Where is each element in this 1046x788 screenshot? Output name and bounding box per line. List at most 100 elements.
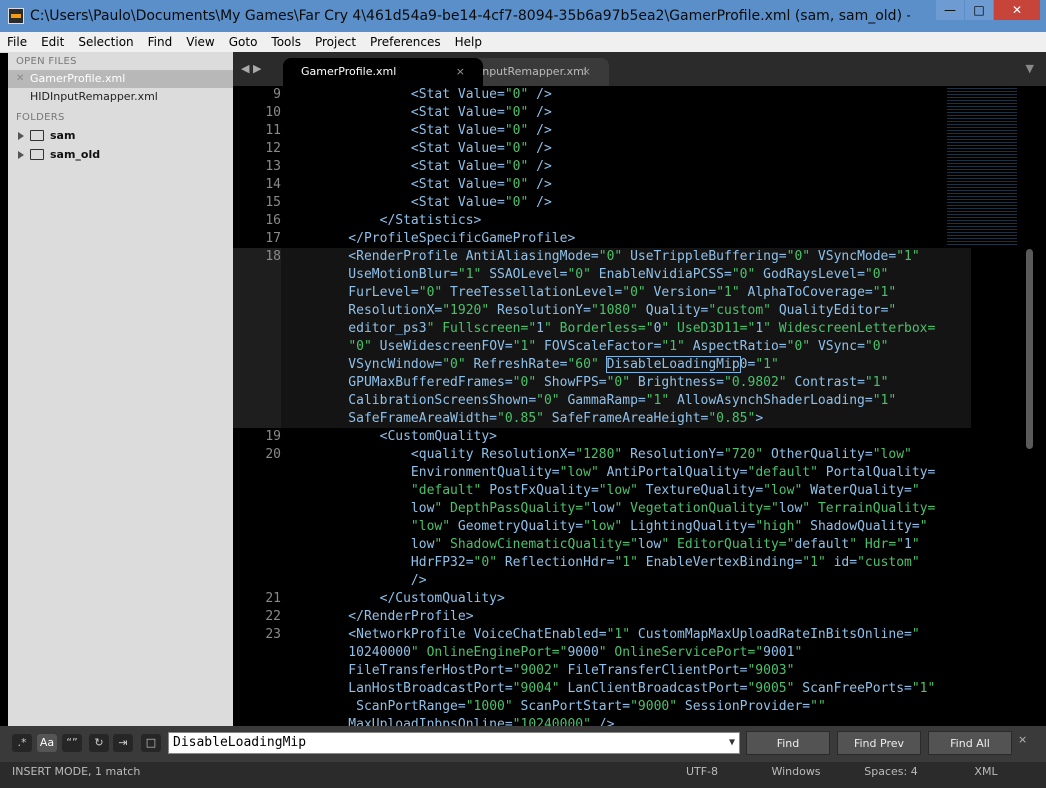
expand-arrow-icon[interactable] — [18, 131, 24, 140]
code-line: GPUMaxBufferedFrames="0" ShowFPS="0" Bri… — [317, 375, 889, 390]
code-line: FurLevel="0" TreeTessellationLevel="0" V… — [317, 285, 897, 300]
sidebar-file-hidinputremapper[interactable]: HIDInputRemapper.xml — [8, 88, 233, 106]
sidebar-file-label: GamerProfile.xml — [30, 72, 126, 85]
find-input[interactable]: DisableLoadingMip ▼ — [168, 732, 740, 754]
regex-toggle[interactable]: .* — [12, 734, 32, 752]
code-line: "low" GeometryQuality="low" LightingQual… — [410, 519, 928, 534]
code-line: SafeFrameAreaWidth="0.85" SafeFrameAreaH… — [317, 411, 764, 426]
code-line: MaxUploadInbpsOnline="10240000" /> — [317, 717, 615, 726]
tab-close-icon[interactable]: × — [456, 58, 465, 86]
close-find-icon[interactable]: × — [1018, 733, 1027, 746]
highlight-matches-toggle[interactable]: □ — [141, 734, 161, 752]
code-line: "0" UseWidescreenFOV="1" FOVScaleFactor=… — [348, 339, 889, 354]
find-query: DisableLoadingMip — [173, 735, 307, 750]
tab-scroll-arrows[interactable]: ◀ ▶ — [241, 62, 261, 75]
find-button[interactable]: Find — [746, 731, 830, 755]
folder-icon — [30, 149, 44, 160]
indentation-indicator[interactable]: Spaces: 4 — [848, 762, 934, 782]
code-line: 10240000" OnlineEnginePort="9000" Online… — [317, 645, 803, 660]
menu-help[interactable]: Help — [448, 35, 489, 49]
menu-selection[interactable]: Selection — [71, 35, 140, 49]
find-match-highlight: DisableLoadingMip — [605, 356, 741, 373]
menu-bar: File Edit Selection Find View Goto Tools… — [0, 32, 1046, 53]
line-number: 11 — [265, 123, 281, 138]
line-number: 17 — [265, 231, 281, 246]
menu-goto[interactable]: Goto — [222, 35, 265, 49]
code-line: <Stat Value="0" /> — [317, 159, 552, 174]
find-history-dropdown-icon[interactable]: ▼ — [729, 733, 735, 753]
code-line: VSyncWindow="0" RefreshRate="60" Disable… — [317, 356, 779, 373]
tab-list-dropdown-icon[interactable]: ▼ — [1026, 62, 1034, 75]
code-line: UseMotionBlur="1" SSAOLevel="0" EnableNv… — [317, 267, 889, 282]
in-selection-toggle[interactable]: ⇥ — [113, 734, 133, 752]
encoding-indicator[interactable]: UTF-8 — [660, 762, 744, 782]
line-number: 13 — [265, 159, 281, 174]
line-number: 23 — [265, 627, 281, 642]
code-line: LanHostBroadcastPort="9004" LanClientBro… — [317, 681, 936, 696]
find-prev-button[interactable]: Find Prev — [837, 731, 921, 755]
code-area[interactable]: <Stat Value="0" /> <Stat Value="0" /> <S… — [317, 86, 957, 726]
open-files-heading: OPEN FILES — [16, 56, 77, 67]
sidebar: OPEN FILES ✕ GamerProfile.xml HIDInputRe… — [8, 52, 233, 726]
menu-preferences[interactable]: Preferences — [363, 35, 448, 49]
code-line: editor_ps3" Fullscreen="1" Borderless="0… — [317, 321, 936, 336]
tab-label: GamerProfile.xml — [301, 65, 397, 78]
code-line: </ProfileSpecificGameProfile> — [317, 231, 576, 246]
code-line: <CustomQuality> — [317, 429, 498, 444]
code-line: low" ShadowCinematicQuality="low" Editor… — [317, 537, 920, 552]
close-file-icon[interactable]: ✕ — [16, 70, 30, 88]
line-number: 16 — [265, 213, 281, 228]
sidebar-folder-sam-old[interactable]: sam_old — [8, 145, 233, 164]
tab-gamerprofile[interactable]: GamerProfile.xml × — [283, 58, 483, 86]
code-line: HdrFP32="0" ReflectionHdr="1" EnableVert… — [317, 555, 920, 570]
menu-file[interactable]: File — [0, 35, 34, 49]
sidebar-file-gamerprofile[interactable]: ✕ GamerProfile.xml — [8, 70, 233, 88]
sidebar-folder-sam[interactable]: sam — [8, 126, 233, 145]
code-line: CalibrationScreensShown="0" GammaRamp="1… — [317, 393, 897, 408]
sublime-app-icon — [8, 8, 24, 24]
maximize-button[interactable]: □ — [965, 0, 993, 20]
code-line: <RenderProfile AntiAliasingMode="0" UseT… — [317, 249, 920, 264]
menu-edit[interactable]: Edit — [34, 35, 71, 49]
menu-project[interactable]: Project — [308, 35, 363, 49]
code-editor[interactable]: 9 10 11 12 13 14 15 16 17 18 19 20 21 22 23 <Stat Valu… — [233, 86, 1046, 726]
code-line: EnvironmentQuality="low" AntiPortalQuali… — [317, 465, 936, 480]
minimap[interactable] — [947, 86, 1017, 246]
sidebar-file-label: HIDInputRemapper.xml — [30, 90, 158, 103]
code-line: ResolutionX="1920" ResolutionY="1080" Qu… — [317, 303, 897, 318]
close-window-button[interactable]: ✕ — [994, 0, 1040, 20]
line-number-gutter: 9 10 11 12 13 14 15 16 17 18 19 20 21 22 23 — [233, 86, 281, 726]
line-number: 15 — [265, 195, 281, 210]
folders-heading: FOLDERS — [16, 112, 65, 123]
syntax-indicator[interactable]: XML — [944, 762, 1028, 782]
line-endings-indicator[interactable]: Windows — [754, 762, 838, 782]
menu-find[interactable]: Find — [141, 35, 180, 49]
code-line: <quality ResolutionX="1280" ResolutionY=… — [317, 447, 912, 462]
vertical-scrollbar[interactable] — [1023, 86, 1035, 726]
menu-tools[interactable]: Tools — [264, 35, 308, 49]
menu-view[interactable]: View — [179, 35, 221, 49]
code-line: </CustomQuality> — [317, 591, 505, 606]
line-number: 19 — [265, 429, 281, 444]
code-line: <Stat Value="0" /> — [317, 195, 552, 210]
scrollbar-thumb[interactable] — [1026, 249, 1033, 449]
line-number: 18 — [265, 249, 281, 264]
tab-close-icon[interactable]: × — [582, 58, 591, 86]
code-line: <Stat Value="0" /> — [317, 123, 552, 138]
code-line: <Stat Value="0" /> — [317, 141, 552, 156]
code-line: ScanPortRange="1000" ScanPortStart="9000… — [317, 699, 826, 714]
line-number: 12 — [265, 141, 281, 156]
code-line: </Statistics> — [317, 213, 482, 228]
folder-label: sam_old — [50, 148, 101, 161]
line-number: 21 — [265, 591, 281, 606]
code-line: <Stat Value="0" /> — [317, 87, 552, 102]
whole-word-toggle[interactable]: “” — [62, 734, 82, 752]
find-all-button[interactable]: Find All — [928, 731, 1012, 755]
tab-bar: ◀ ▶ HIDInputRemapper.xml × GamerProfile.… — [233, 52, 1046, 86]
line-number: 10 — [265, 105, 281, 120]
case-sensitive-toggle[interactable]: Aa — [37, 734, 57, 752]
minimize-button[interactable]: — — [936, 0, 964, 20]
expand-arrow-icon[interactable] — [18, 150, 24, 159]
line-number: 22 — [265, 609, 281, 624]
wrap-toggle[interactable]: ↻ — [89, 734, 109, 752]
